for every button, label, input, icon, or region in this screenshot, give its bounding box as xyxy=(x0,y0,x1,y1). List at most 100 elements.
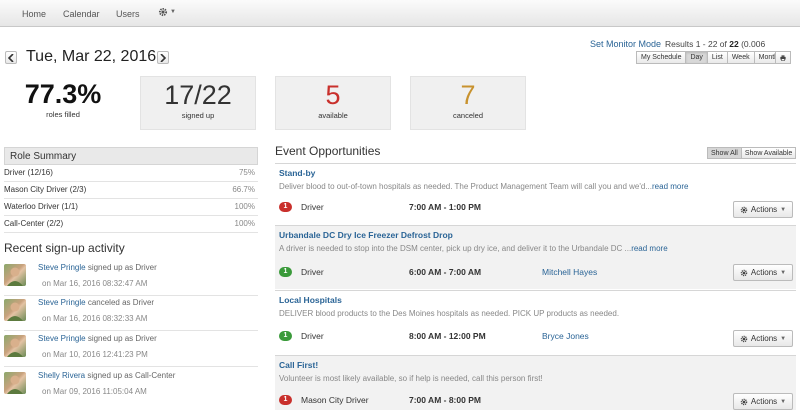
stat-value: 77.3% xyxy=(24,79,102,109)
activity-item: Steve Pringle canceled as Driver on Mar … xyxy=(4,297,258,331)
stat-label: signed up xyxy=(181,111,215,120)
event-filter: Show All Show Available xyxy=(707,147,797,159)
read-more-link[interactable]: read more xyxy=(631,244,667,253)
actions-dropdown-button[interactable]: Actions ▼ xyxy=(733,393,793,410)
stat-value: 7 xyxy=(460,80,476,110)
activity-timestamp: on Mar 16, 2016 08:32:33 AM xyxy=(42,314,148,323)
print-button[interactable] xyxy=(775,51,791,64)
activity-timestamp: on Mar 16, 2016 08:32:47 AM xyxy=(42,279,148,288)
actions-label: Actions xyxy=(750,334,778,343)
stat-signed-up: 17/22 signed up xyxy=(140,76,256,130)
avatar xyxy=(4,264,26,286)
top-navbar: Home Calendar Users ▼ xyxy=(0,0,800,27)
results-prefix: Results 1 - 22 of xyxy=(665,39,730,49)
event-time: 7:00 AM - 8:00 PM xyxy=(409,395,481,405)
role-name: Driver (12/16) xyxy=(4,168,53,177)
chevron-left-icon xyxy=(8,53,14,62)
view-switcher: My Schedule Day List Week Month xyxy=(636,51,784,64)
event-role: Driver xyxy=(301,331,324,341)
event-opportunities-title: Event Opportunities xyxy=(275,144,381,158)
event-description: Volunteer is most likely available, so i… xyxy=(279,374,543,383)
role-summary-row: Waterloo Driver (1/1) 100% xyxy=(4,199,258,216)
activity-user-link[interactable]: Shelly Rivera xyxy=(38,371,85,380)
event-item: Call First! Volunteer is most likely ava… xyxy=(275,355,796,410)
chevron-down-icon: ▼ xyxy=(780,335,787,342)
chevron-right-icon xyxy=(160,53,166,62)
nav-home[interactable]: Home xyxy=(22,9,46,19)
view-week-button[interactable]: Week xyxy=(726,51,755,64)
print-icon xyxy=(780,54,786,61)
filled-slots-badge: 1 xyxy=(279,267,292,277)
role-name: Mason City Driver (2/3) xyxy=(4,185,87,194)
role-pct: 75% xyxy=(238,168,255,177)
event-item: Stand-by Deliver blood to out-of-town ho… xyxy=(275,163,796,224)
open-slots-badge: 1 xyxy=(279,395,292,405)
event-time: 7:00 AM - 1:00 PM xyxy=(409,202,481,212)
volunteer-link[interactable]: Mitchell Hayes xyxy=(542,267,597,277)
event-description: Deliver blood to out-of-town hospitals a… xyxy=(279,182,688,191)
stat-available[interactable]: 5 available xyxy=(275,76,391,130)
recent-activity-title: Recent sign-up activity xyxy=(4,241,125,255)
role-summary-row: Call-Center (2/2) 100% xyxy=(4,216,258,233)
event-role: Mason City Driver xyxy=(301,395,369,405)
chevron-down-icon: ▼ xyxy=(780,206,787,213)
role-summary-header: Role Summary xyxy=(4,147,258,165)
activity-user-link[interactable]: Steve Pringle xyxy=(38,334,86,343)
event-role: Driver xyxy=(301,202,324,212)
role-pct: 100% xyxy=(234,202,255,211)
event-name-link[interactable]: Urbandale DC Dry Ice Freezer Defrost Dro… xyxy=(279,230,453,240)
avatar xyxy=(4,299,26,321)
activity-item: Steve Pringle signed up as Driver on Mar… xyxy=(4,333,258,367)
actions-label: Actions xyxy=(750,397,778,406)
show-available-button[interactable]: Show Available xyxy=(740,147,797,159)
stat-canceled[interactable]: 7 canceled xyxy=(410,76,526,130)
current-date: Tue, Mar 22, 2016 xyxy=(26,48,157,65)
gear-icon xyxy=(158,7,168,17)
actions-dropdown-button[interactable]: Actions ▼ xyxy=(733,201,793,218)
stat-value: 5 xyxy=(325,80,341,110)
gear-icon xyxy=(740,206,748,213)
next-day-button[interactable] xyxy=(157,51,169,64)
view-list-button[interactable]: List xyxy=(706,51,728,64)
role-pct: 66.7% xyxy=(232,185,255,194)
event-desc-text: Volunteer is most likely available, so i… xyxy=(279,374,543,383)
stat-label: available xyxy=(318,111,348,120)
activity-item: Shelly Rivera signed up as Call-Center o… xyxy=(4,370,258,404)
open-slots-badge: 1 xyxy=(279,202,292,212)
activity-user-link[interactable]: Steve Pringle xyxy=(38,298,86,307)
nav-users[interactable]: Users xyxy=(116,9,140,19)
role-name: Waterloo Driver (1/1) xyxy=(4,202,78,211)
actions-dropdown-button[interactable]: Actions ▼ xyxy=(733,330,793,347)
chevron-down-icon: ▼ xyxy=(170,9,176,15)
activity-text: Shelly Rivera signed up as Call-Center xyxy=(38,371,175,380)
actions-dropdown-button[interactable]: Actions ▼ xyxy=(733,264,793,281)
activity-action: signed up as Driver xyxy=(85,263,157,272)
stat-label: roles filled xyxy=(46,110,80,119)
event-role: Driver xyxy=(301,267,324,277)
nav-calendar[interactable]: Calendar xyxy=(63,9,100,19)
activity-timestamp: on Mar 10, 2016 12:41:23 PM xyxy=(42,350,148,359)
prev-day-button[interactable] xyxy=(5,51,17,64)
view-day-button[interactable]: Day xyxy=(685,51,708,64)
activity-user-link[interactable]: Steve Pringle xyxy=(38,263,86,272)
read-more-link[interactable]: read more xyxy=(652,182,688,191)
event-description: A driver is needed to stop into the DSM … xyxy=(279,244,668,253)
event-desc-text: DELIVER blood products to the Des Moines… xyxy=(279,309,620,318)
event-name-link[interactable]: Stand-by xyxy=(279,168,315,178)
avatar xyxy=(4,372,26,394)
filled-slots-badge: 1 xyxy=(279,331,292,341)
show-all-button[interactable]: Show All xyxy=(707,147,742,159)
gear-icon xyxy=(740,269,748,276)
event-description: DELIVER blood products to the Des Moines… xyxy=(279,309,619,318)
settings-menu[interactable]: ▼ xyxy=(158,7,176,17)
role-summary-row: Mason City Driver (2/3) 66.7% xyxy=(4,182,258,199)
activity-action: canceled as Driver xyxy=(85,298,155,307)
volunteer-link[interactable]: Bryce Jones xyxy=(542,331,589,341)
event-name-link[interactable]: Call First! xyxy=(279,360,318,370)
gear-icon xyxy=(740,398,748,405)
view-my-schedule-button[interactable]: My Schedule xyxy=(636,51,687,64)
event-name-link[interactable]: Local Hospitals xyxy=(279,295,342,305)
event-item: Local Hospitals DELIVER blood products t… xyxy=(275,290,796,354)
avatar xyxy=(4,335,26,357)
set-monitor-mode-link[interactable]: Set Monitor Mode xyxy=(590,39,661,49)
